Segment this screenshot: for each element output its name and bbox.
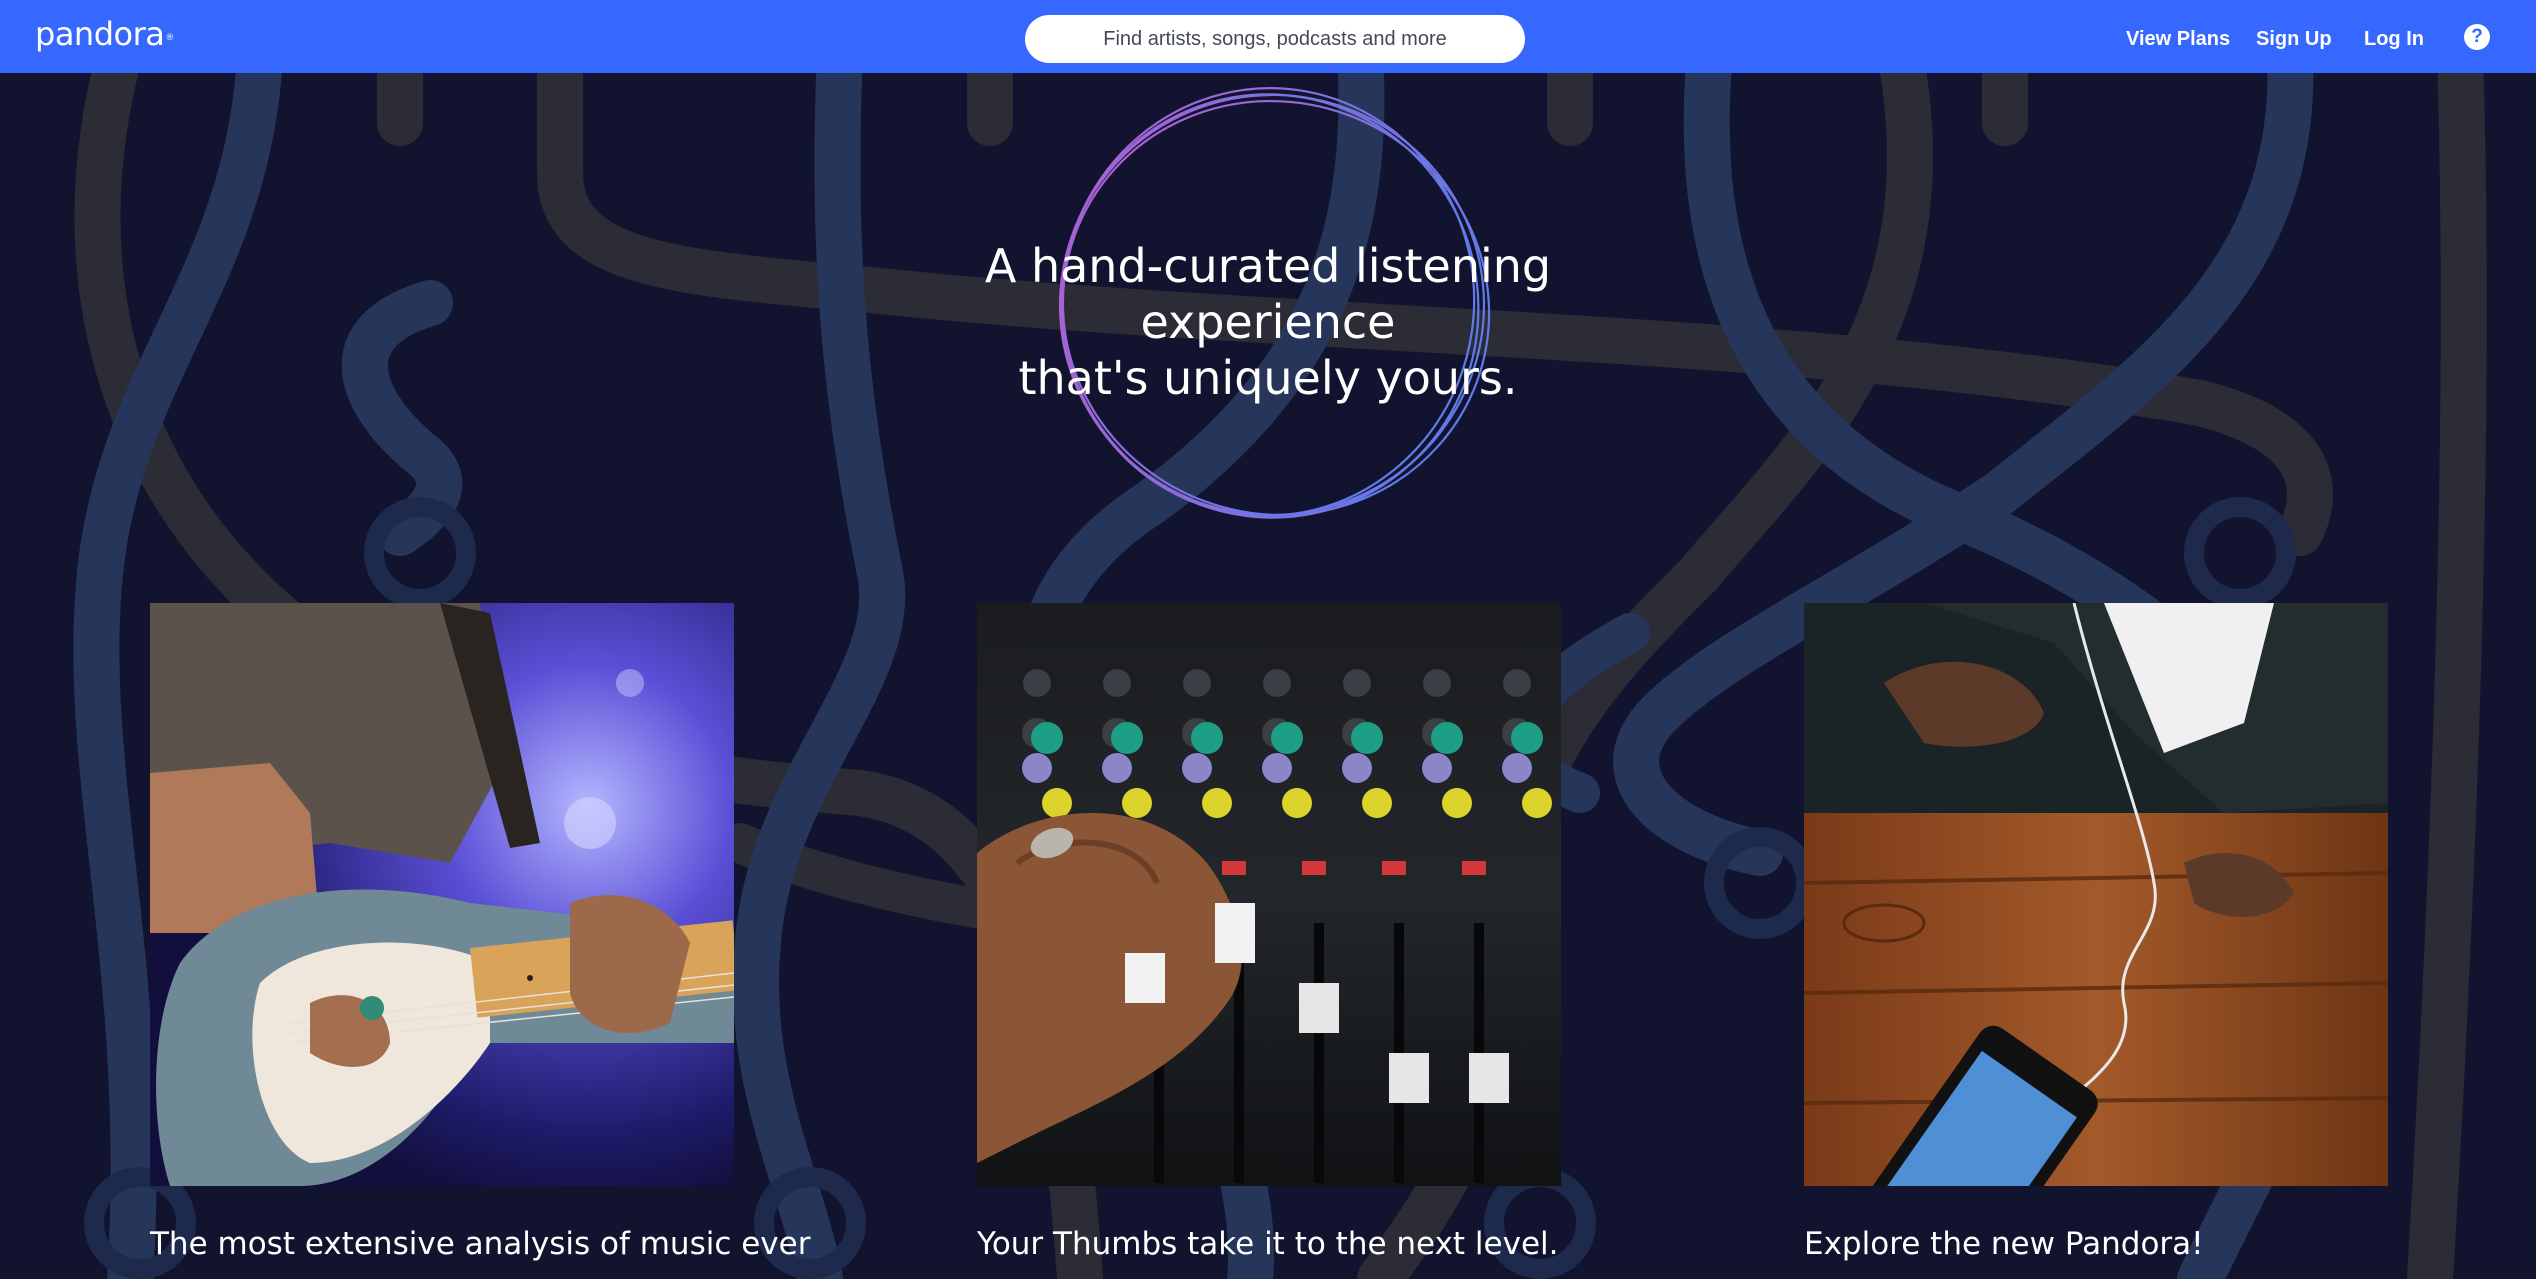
help-icon[interactable]: ? [2464,24,2490,50]
mixing-board-photo [977,603,1561,1186]
hero-headline-line-2: that's uniquely yours. [1018,351,1518,405]
phone-earbuds-photo [1804,603,2388,1186]
logo-text: pandora [35,15,165,53]
feature-card-music-analysis: The most extensive analysis of music eve… [150,603,811,1264]
feature-card-thumbs: Your Thumbs take it to the next level. [977,603,1561,1264]
logo-trademark: ® [165,33,174,43]
landing-page: pandora® View Plans Sign Up Log In ? A h… [0,0,2536,1279]
hero-headline-line-1: A hand-curated listening experience [984,239,1552,349]
view-plans-link[interactable]: View Plans [2126,24,2230,54]
pandora-logo[interactable]: pandora® [35,14,174,54]
hero-headline: A hand-curated listening experience that… [868,238,1668,406]
feature-caption: Explore the new Pandora! [1804,1226,2204,1262]
sign-up-link[interactable]: Sign Up [2256,24,2332,54]
guitarist-photo [150,603,734,1186]
top-navigation-bar: pandora® View Plans Sign Up Log In ? [0,0,2536,73]
search-input[interactable] [1025,15,1525,63]
feature-caption: Your Thumbs take it to the next level. [977,1226,1559,1262]
log-in-link[interactable]: Log In [2364,24,2424,54]
feature-caption: The most extensive analysis of music eve… [150,1226,811,1262]
feature-card-explore: Explore the new Pandora! [1804,603,2388,1264]
